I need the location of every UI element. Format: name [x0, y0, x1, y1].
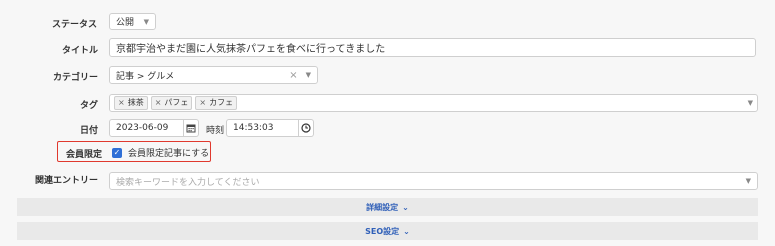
- date-input[interactable]: 2023-06-09: [109, 119, 184, 137]
- related-search-input[interactable]: 検索キーワードを入力してください ▼: [109, 172, 758, 190]
- tag-chip[interactable]: × カフェ: [195, 96, 238, 110]
- remove-tag-icon[interactable]: ×: [118, 97, 125, 109]
- calendar-icon: [186, 124, 196, 133]
- chevron-down-icon: ⌄: [403, 226, 410, 236]
- detail-settings-label: 詳細設定: [366, 202, 399, 212]
- tags-input[interactable]: × 抹茶 × パフェ × カフェ ▼: [109, 94, 758, 112]
- chevron-down-icon: ⌄: [402, 202, 409, 212]
- members-label: 会員限定: [66, 150, 103, 160]
- time-value: 14:53:03: [233, 123, 274, 133]
- seo-settings-toggle[interactable]: SEO設定 ⌄: [17, 222, 758, 240]
- category-label: カテゴリー: [52, 73, 98, 83]
- category-value: 記事 > グルメ: [116, 71, 175, 82]
- chevron-down-icon: ▼: [747, 99, 753, 107]
- remove-tag-icon[interactable]: ×: [199, 97, 206, 109]
- remove-tag-icon[interactable]: ×: [155, 97, 162, 109]
- calendar-button[interactable]: [184, 119, 199, 137]
- related-placeholder: 検索キーワードを入力してください: [116, 177, 260, 188]
- title-label: タイトル: [61, 46, 98, 56]
- clock-icon: [301, 123, 311, 133]
- tags-label: タグ: [79, 101, 98, 111]
- status-select[interactable]: 公開 ▼: [109, 13, 156, 30]
- chevron-down-icon: ▼: [143, 17, 149, 26]
- time-input[interactable]: 14:53:03: [226, 119, 299, 137]
- category-select[interactable]: 記事 > グルメ × ▼: [109, 66, 318, 84]
- time-picker-button[interactable]: [299, 119, 314, 137]
- status-value: 公開: [116, 18, 135, 28]
- time-label: 時刻: [206, 126, 225, 136]
- members-checkbox-label: 会員限定記事にする: [128, 149, 210, 159]
- chevron-down-icon: ▼: [745, 177, 751, 185]
- related-label: 関連エントリー: [34, 176, 98, 186]
- title-value: 京都宇治やまだ園に人気抹茶パフェを食べに行ってきました: [116, 44, 386, 55]
- tag-chip[interactable]: × パフェ: [150, 96, 193, 110]
- detail-settings-toggle[interactable]: 詳細設定 ⌄: [17, 198, 758, 216]
- members-checkbox[interactable]: ✓: [112, 147, 122, 158]
- date-label: 日付: [79, 126, 98, 136]
- date-value: 2023-06-09: [116, 123, 169, 133]
- title-input[interactable]: 京都宇治やまだ園に人気抹茶パフェを食べに行ってきました: [109, 38, 756, 57]
- entry-settings-panel: ステータス 公開 ▼ タイトル 京都宇治やまだ園に人気抹茶パフェを食べに行ってき…: [0, 0, 775, 246]
- members-checkbox-row[interactable]: ✓ 会員限定記事にする: [112, 146, 209, 159]
- seo-settings-label: SEO設定: [365, 226, 400, 236]
- chevron-down-icon: ▼: [305, 71, 311, 79]
- clear-icon[interactable]: ×: [289, 70, 297, 81]
- tag-chip[interactable]: × 抹茶: [114, 96, 148, 110]
- status-label: ステータス: [51, 20, 97, 30]
